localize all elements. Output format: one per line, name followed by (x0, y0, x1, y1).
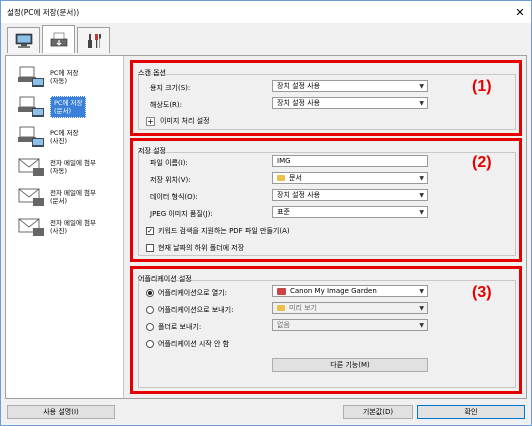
sidebar-item-email-document[interactable]: 전자 메일에 첨부 (문서) (10, 180, 118, 214)
file-name-field[interactable]: IMG (272, 155, 428, 167)
title-bar: 설정(PC에 저장(문서)) ✕ (1, 1, 531, 23)
send-folder-select[interactable]: 없음 ▼ (272, 319, 428, 331)
send-app-label: 어플리케이션으로 보내기: (158, 306, 234, 314)
no-app-label: 어플리케이션 시작 안 함 (158, 340, 230, 348)
chevron-down-icon: ▼ (419, 83, 424, 90)
chevron-down-icon: ▼ (419, 288, 424, 295)
save-settings-title: 저장 설정 (138, 147, 166, 155)
tab-scan-from-computer[interactable] (7, 27, 40, 53)
radio-unselected-icon (146, 340, 154, 348)
sidebar-item-label: PC에 저장 (문서) (50, 96, 87, 118)
tools-icon (87, 33, 101, 48)
chevron-down-icon: ▼ (419, 100, 424, 107)
chevron-down-icon: ▼ (419, 305, 424, 312)
tab-scan-from-panel[interactable] (42, 25, 75, 53)
scan-options-title: 스캔 옵션 (138, 69, 166, 77)
email-icon (16, 154, 46, 180)
main-panel: PC에 저장 (자동) PC에 저장 (문서) PC에 저장 (사진) 전자 메… (5, 55, 527, 399)
expand-plus-icon: + (146, 116, 155, 126)
save-in-label: 저장 위치(V): (150, 176, 191, 184)
paper-size-select[interactable]: 장치 설정 사용 ▼ (272, 80, 428, 92)
jpeg-quality-select[interactable]: 표준 ▼ (272, 206, 428, 218)
save-in-select[interactable]: 문서 ▼ (272, 172, 428, 184)
data-format-select[interactable]: 장치 설정 사용 ▼ (272, 189, 428, 201)
radio-send-folder[interactable]: 폴더로 보내기: (146, 322, 201, 332)
save-to-pc-icon (16, 64, 46, 90)
defaults-button[interactable]: 기본값(D) (343, 405, 413, 419)
jpeg-quality-label: JPEG 이미지 품질(J): (150, 210, 213, 218)
email-photo-icon (16, 214, 46, 240)
resolution-label: 해상도(R): (150, 101, 183, 109)
settings-window: 설정(PC에 저장(문서)) ✕ PC에 저장 (자동) PC에 저장 (문서)… (0, 0, 532, 426)
image-processing-toggle[interactable]: + 이미지 처리 설정 (146, 116, 210, 126)
computer-icon (15, 33, 32, 48)
open-app-label: 어플리케이션으로 열기: (158, 289, 227, 297)
folder-icon (277, 175, 285, 181)
save-photo-icon (16, 124, 46, 150)
subfolder-label: 현재 날짜의 하위 폴더에 저장 (158, 244, 245, 252)
checkbox-checked-icon: ✓ (146, 227, 154, 235)
sidebar-item-save-pc-photo[interactable]: PC에 저장 (사진) (10, 120, 118, 154)
app-settings-title: 어플리케이션 설정 (138, 275, 192, 283)
more-functions-button[interactable]: 다른 기능(M) (272, 358, 428, 372)
send-app-select[interactable]: 미리 보기 ▼ (272, 302, 428, 314)
sidebar-item-label: PC에 저장 (사진) (50, 129, 79, 145)
chevron-down-icon: ▼ (419, 192, 424, 199)
keyword-pdf-checkbox[interactable]: ✓ 키워드 검색을 지원하는 PDF 파일 만들기(A) (146, 226, 290, 236)
radio-open-app[interactable]: 어플리케이션으로 열기: (146, 288, 227, 298)
app-icon (277, 287, 286, 295)
save-settings-group (138, 152, 516, 256)
send-folder-label: 폴더로 보내기: (158, 323, 202, 331)
instructions-button[interactable]: 사용 설명(I) (7, 405, 115, 419)
section-marker-3: (3) (472, 284, 492, 301)
chevron-down-icon: ▼ (419, 209, 424, 216)
tab-general-settings[interactable] (77, 27, 110, 53)
sidebar-item-label: 전자 메일에 첨부 (사진) (50, 219, 96, 235)
sidebar-item-save-pc-auto[interactable]: PC에 저장 (자동) (10, 60, 118, 94)
data-format-label: 데이터 형식(O): (150, 193, 198, 201)
resolution-select[interactable]: 장치 설정 사용 ▼ (272, 97, 428, 109)
sidebar-item-label: PC에 저장 (자동) (50, 69, 79, 85)
scanner-icon (50, 32, 67, 46)
subfolder-checkbox[interactable]: 현재 날짜의 하위 폴더에 저장 (146, 243, 244, 253)
tab-bar (7, 25, 110, 53)
image-processing-label: 이미지 처리 설정 (160, 117, 210, 125)
sidebar-item-email-auto[interactable]: 전자 메일에 첨부 (자동) (10, 150, 118, 184)
ok-button[interactable]: 확인 (417, 405, 525, 419)
checkbox-unchecked-icon (146, 244, 154, 252)
section-marker-2: (2) (472, 154, 492, 171)
save-document-icon (16, 94, 46, 120)
keyword-pdf-label: 키워드 검색을 지원하는 PDF 파일 만들기(A) (158, 227, 290, 235)
radio-unselected-icon (146, 306, 154, 314)
section-marker-1: (1) (472, 78, 492, 95)
open-app-select[interactable]: Canon My Image Garden ▼ (272, 285, 428, 297)
chevron-down-icon: ▼ (419, 175, 424, 182)
sidebar: PC에 저장 (자동) PC에 저장 (문서) PC에 저장 (사진) 전자 메… (6, 56, 124, 398)
radio-send-app[interactable]: 어플리케이션으로 보내기: (146, 305, 233, 315)
window-title: 설정(PC에 저장(문서)) (7, 7, 80, 17)
sidebar-item-label: 전자 메일에 첨부 (문서) (50, 189, 96, 205)
file-name-label: 파일 이름(I): (150, 159, 188, 167)
sidebar-item-save-pc-document[interactable]: PC에 저장 (문서) (10, 90, 118, 124)
radio-no-app[interactable]: 어플리케이션 시작 안 함 (146, 339, 229, 349)
sidebar-item-label: 전자 메일에 첨부 (자동) (50, 159, 96, 175)
sidebar-item-email-photo[interactable]: 전자 메일에 첨부 (사진) (10, 210, 118, 244)
email-document-icon (16, 184, 46, 210)
close-icon[interactable]: ✕ (513, 5, 527, 19)
radio-selected-icon (146, 289, 154, 297)
radio-unselected-icon (146, 323, 154, 331)
paper-size-label: 용지 크기(S): (150, 84, 191, 92)
preview-app-icon (277, 305, 285, 311)
chevron-down-icon: ▼ (419, 322, 424, 329)
